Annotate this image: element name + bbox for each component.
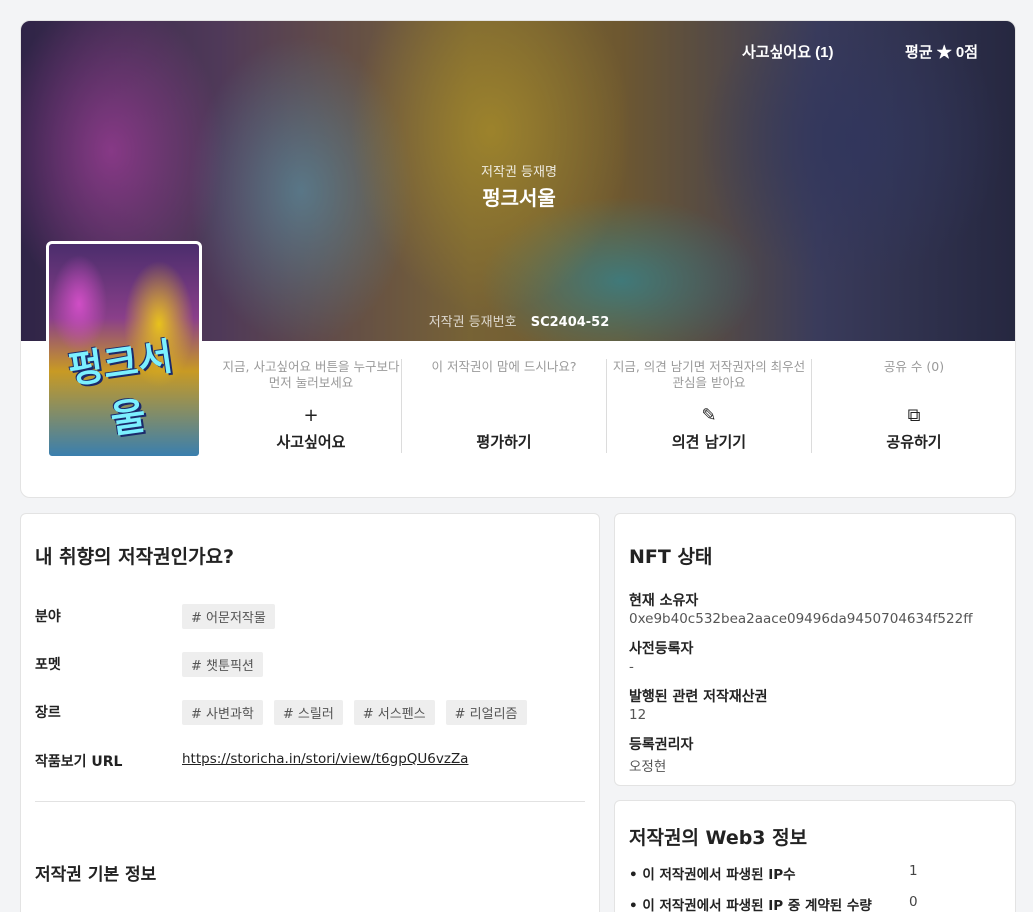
genre-row: 장르 # 사변과학 # 스릴러 # 서스펜스 # 리얼리즘 [35,700,585,725]
field-tag[interactable]: # 어문저작물 [182,604,275,629]
contracted-ip-label: • 이 저작권에서 파생된 IP 중 계약된 수량 [629,898,872,912]
field-row: 분야 # 어문저작물 [35,604,585,629]
contracted-ip-value: 0 [909,894,918,910]
genre-tag[interactable]: # 서스펜스 [353,700,435,725]
nft-title: NFT 상태 [629,546,713,568]
rate-icon [402,405,606,427]
owner-address: 0xe9b40c532bea2aace09496da9450704634f522… [629,611,973,627]
format-row: 포멧 # 챗툰픽션 [35,652,585,677]
registered-holder: 등록권리자 오정현 [629,734,693,775]
pre-registrant-value: - [629,659,634,675]
taste-title: 내 취향의 저작권인가요? [35,546,235,568]
share-action[interactable]: 공유 수 (0) ⧉ 공유하기 [812,359,1015,453]
holder-label: 등록권리자 [629,737,694,753]
wish-action[interactable]: 지금, 사고싶어요 버튼을 누구보다 먼저 눌러보세요 + 사고싶어요 [221,359,401,453]
action-bar: 지금, 사고싶어요 버튼을 누구보다 먼저 눌러보세요 + 사고싶어요 이 저작… [221,359,1015,453]
registration-label: 저작권 등재번호 [428,315,517,330]
comment-hint: 지금, 의견 남기면 저작권자의 최우선 관심을 받아요 [612,359,806,390]
pencil-icon: ✎ [701,405,717,426]
derived-ip-value: 1 [909,863,918,879]
page-title: 펑크서울 [482,186,556,210]
genre-label: 장르 [35,705,61,721]
format-tag[interactable]: # 챗툰픽션 [182,652,263,677]
issued-rights-label: 발행된 관련 저작재산권 [629,689,768,705]
share-count: 공유 수 (0) [883,359,945,374]
registration-number: SC2404-52 [530,315,610,330]
title-block: 저작권 등재명 펑크서울 [21,161,1015,211]
taste-panel: 내 취향의 저작권인가요? 분야 # 어문저작물 포멧 # 챗툰픽션 장르 # … [20,513,600,912]
cover-title-art: 펑크서울 [65,334,176,442]
genre-tag[interactable]: # 리얼리즘 [445,700,527,725]
share-button[interactable]: 공유하기 [812,431,1015,452]
comment-action[interactable]: 지금, 의견 남기면 저작권자의 최우선 관심을 받아요 ✎ 의견 남기기 [607,359,811,453]
wish-count: 사고싶어요 (1) [742,44,834,61]
derived-ip-label: • 이 저작권에서 파생된 IP수 [629,867,796,883]
pre-registrant: 사전등록자 - [629,638,693,675]
pre-registrant-label: 사전등록자 [629,641,694,657]
current-owner: 현재 소유자 0xe9b40c532bea2aace09496da9450704… [629,590,973,627]
contracted-ip-row: • 이 저작권에서 파생된 IP 중 계약된 수량 0 [629,894,1009,912]
divider [35,801,585,802]
external-link-icon: ⧉ [907,405,921,426]
holder-value: 오정현 [629,759,667,775]
rate-action[interactable]: 이 저작권이 맘에 드시나요? 평가하기 [402,359,606,453]
plus-icon: + [303,405,319,426]
web3-title: 저작권의 Web3 정보 [629,827,808,849]
wish-button[interactable]: 사고싶어요 [221,431,401,452]
field-label: 분야 [35,609,61,625]
genre-tag[interactable]: # 사변과학 [182,700,263,725]
genre-tag[interactable]: # 스릴러 [273,700,343,725]
url-row: 작품보기 URL https://storicha.in/stori/view/… [35,749,585,773]
comment-button[interactable]: 의견 남기기 [607,431,811,452]
hero-card: 사고싶어요 (1) 평균 ★ 0점 저작권 등재명 펑크서울 저작권 등재번호 … [20,20,1016,498]
web3-panel: 저작권의 Web3 정보 • 이 저작권에서 파생된 IP수 1 • 이 저작권… [614,800,1016,912]
issued-rights: 발행된 관련 저작재산권 12 [629,686,768,723]
title-label: 저작권 등재명 [481,165,557,180]
derived-ip-row: • 이 저작권에서 파생된 IP수 1 [629,863,1009,883]
average-rating: 평균 ★ 0점 [905,44,979,61]
wish-hint: 지금, 사고싶어요 버튼을 누구보다 먼저 눌러보세요 [222,359,400,390]
basic-info-title: 저작권 기본 정보 [35,865,157,885]
rate-hint: 이 저작권이 맘에 드시나요? [431,359,577,374]
owner-label: 현재 소유자 [629,593,699,609]
issued-rights-value: 12 [629,707,647,723]
nft-panel: NFT 상태 현재 소유자 0xe9b40c532bea2aace09496da… [614,513,1016,786]
cover-image: 펑크서울 [46,241,202,459]
format-label: 포멧 [35,657,61,673]
url-label: 작품보기 URL [35,754,123,770]
work-url-link[interactable]: https://storicha.in/stori/view/t6gpQU6vz… [182,751,468,767]
rate-button[interactable]: 평가하기 [402,431,606,452]
